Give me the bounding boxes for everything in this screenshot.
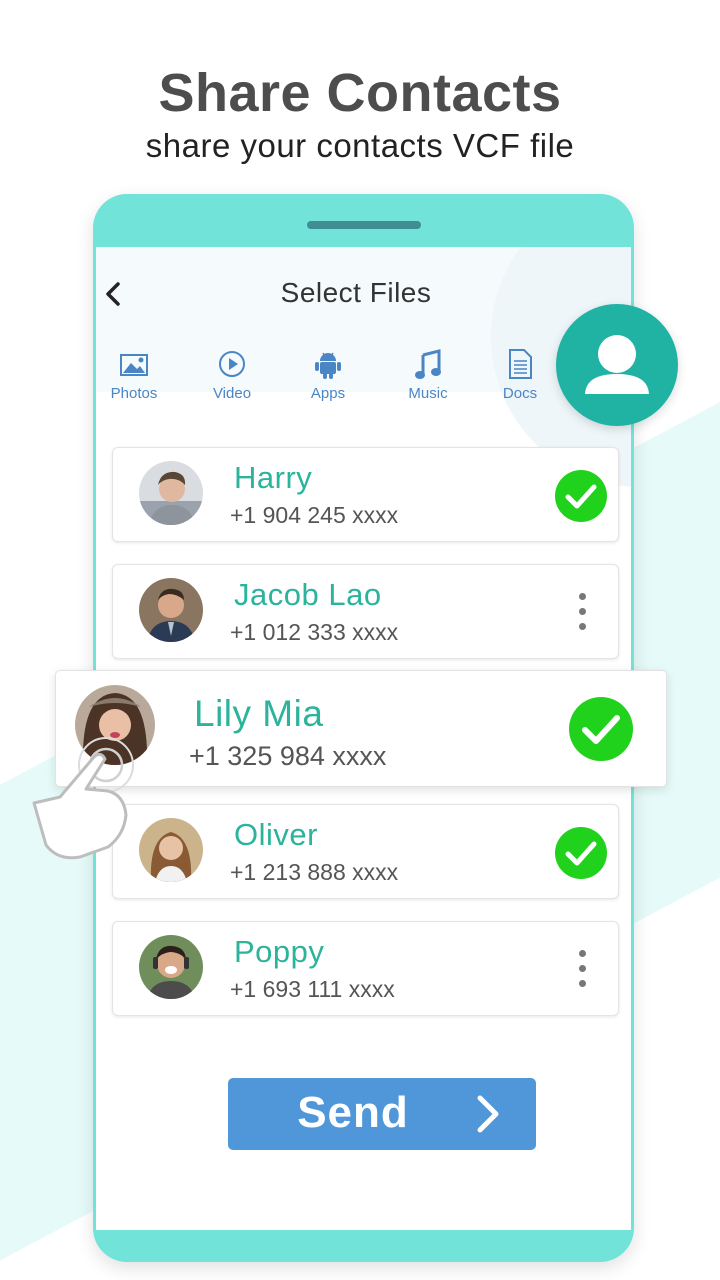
contact-name: Oliver	[234, 817, 318, 852]
contact-card-poppy[interactable]: Poppy +1 693 111 xxxx	[112, 921, 619, 1016]
phone-speaker	[307, 221, 421, 229]
more-vert-icon[interactable]	[572, 950, 592, 990]
contact-card-lily-mia[interactable]: Lily Mia +1 325 984 xxxx	[55, 670, 667, 787]
contact-card-jacob-lao[interactable]: Jacob Lao +1 012 333 xxxx	[112, 564, 619, 659]
tab-photos[interactable]: Photos	[96, 347, 174, 402]
contact-card-oliver[interactable]: Oliver +1 213 888 xxxx	[112, 804, 619, 899]
avatar	[139, 935, 203, 999]
selected-check-icon[interactable]	[569, 697, 633, 761]
tab-apps[interactable]: Apps	[288, 347, 368, 402]
avatar	[139, 461, 203, 525]
selected-check-icon[interactable]	[555, 827, 607, 879]
contact-phone: +1 693 111 xxxx	[230, 976, 395, 1002]
android-icon	[315, 352, 341, 379]
tab-music[interactable]: Music	[388, 347, 468, 402]
page-subheadline: share your contacts VCF file	[145, 127, 575, 164]
tab-label: Docs	[502, 385, 538, 402]
tab-label: Music	[408, 385, 448, 402]
avatar	[139, 578, 203, 642]
contact-phone: +1 904 245 xxxx	[230, 502, 399, 528]
send-label: Send	[297, 1088, 409, 1137]
contact-phone: +1 012 333 xxxx	[230, 619, 399, 645]
tab-docs[interactable]: Docs	[480, 347, 560, 402]
image-icon	[120, 354, 148, 376]
more-vert-icon[interactable]	[572, 593, 592, 633]
contact-card-harry[interactable]: Harry +1 904 245 xxxx	[112, 447, 619, 542]
document-icon	[509, 349, 532, 379]
contact-name: Poppy	[234, 934, 325, 969]
chevron-right-icon	[477, 1095, 499, 1133]
selected-check-icon[interactable]	[555, 470, 607, 522]
tap-hand-icon	[32, 737, 134, 860]
tab-label: Video	[212, 385, 252, 402]
tab-video[interactable]: Video	[192, 347, 272, 402]
contact-name: Jacob Lao	[234, 577, 382, 612]
screen-title: Select Files	[280, 277, 432, 308]
avatar	[139, 818, 203, 882]
play-circle-icon	[219, 351, 245, 377]
contact-person-icon[interactable]	[556, 304, 678, 426]
page-headline: Share Contacts	[158, 63, 562, 123]
contact-name: Harry	[234, 460, 313, 495]
contact-phone: +1 213 888 xxxx	[230, 859, 399, 885]
contact-phone: +1 325 984 xxxx	[189, 741, 387, 771]
contact-name: Lily Mia	[194, 693, 324, 734]
music-note-icon	[415, 349, 441, 379]
tab-label: Apps	[310, 385, 346, 402]
send-button[interactable]: Send	[228, 1078, 536, 1150]
tab-label: Photos	[110, 385, 158, 402]
